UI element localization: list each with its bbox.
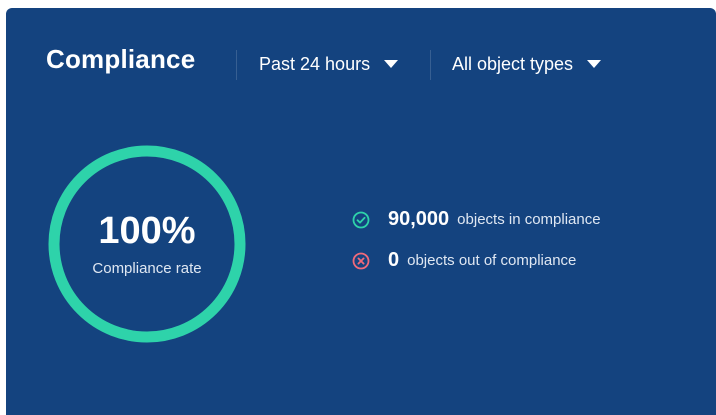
time-range-label: Past 24 hours	[259, 53, 371, 74]
card-title: Compliance	[46, 44, 196, 74]
chevron-down-icon	[384, 60, 399, 68]
card-header: Compliance Past 24 hours All object type…	[6, 8, 716, 118]
stat-out-of-compliance: 0 objects out of compliance	[352, 249, 576, 272]
time-range-dropdown[interactable]: Past 24 hours	[259, 52, 399, 76]
out-of-compliance-count: 0	[388, 249, 400, 271]
object-type-dropdown[interactable]: All object types	[452, 52, 602, 76]
header-divider	[430, 50, 431, 80]
compliance-rate-label: Compliance rate	[92, 259, 202, 277]
stat-in-compliance: 90,000 objects in compliance	[352, 208, 601, 231]
x-circle-icon	[352, 252, 370, 269]
chevron-down-icon	[587, 60, 602, 68]
compliance-rate-value: 100%	[98, 209, 196, 252]
check-circle-icon	[352, 211, 370, 228]
header-divider	[236, 50, 237, 80]
in-compliance-count: 90,000	[388, 208, 450, 230]
compliance-rate-summary: 100% Compliance rate	[48, 145, 246, 343]
in-compliance-label: objects in compliance	[457, 211, 601, 228]
compliance-card: Compliance Past 24 hours All object type…	[6, 8, 716, 415]
object-type-label: All object types	[452, 53, 574, 74]
out-of-compliance-label: objects out of compliance	[407, 252, 577, 269]
